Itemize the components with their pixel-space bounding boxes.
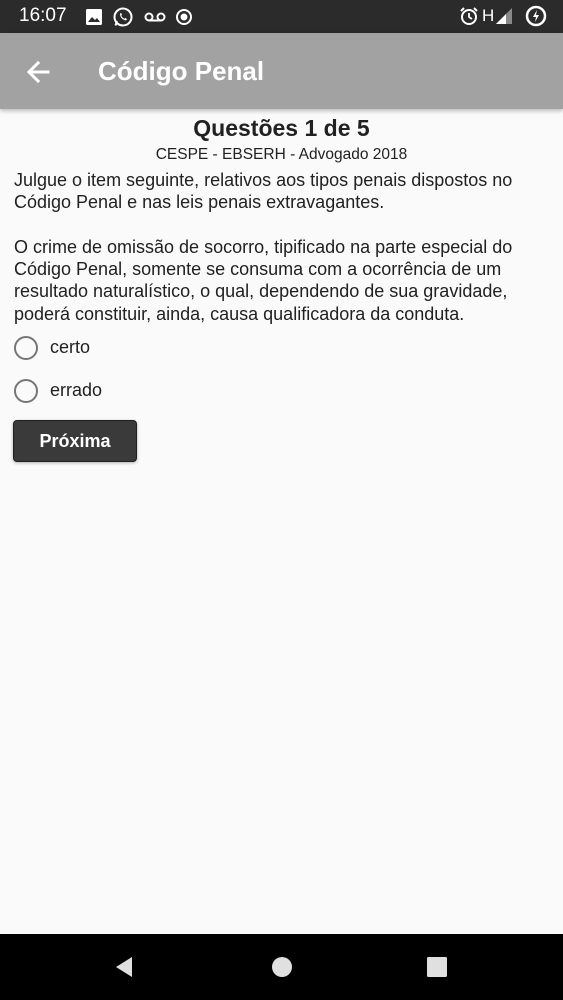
next-button[interactable]: Próxima (13, 420, 137, 462)
option-label: errado (50, 380, 103, 400)
arrow-left-icon (26, 60, 50, 84)
question-title: Questões 1 de 5 (193, 115, 370, 141)
option-label: certo (50, 337, 91, 357)
question-text: Julgue o item seguinte, relativos aos ti… (14, 170, 513, 324)
app-bar: Código Penal (0, 33, 563, 109)
status-time: 16:07 (19, 5, 67, 26)
network-type-label: H (482, 6, 495, 25)
whatsapp-icon (113, 7, 133, 27)
app-title: Código Penal (98, 56, 265, 86)
radio-button[interactable] (14, 336, 38, 360)
option-errado[interactable]: errado (14, 376, 314, 410)
navigation-bar (0, 934, 563, 1000)
status-right-icons: H (459, 5, 549, 28)
home-circle-icon[interactable] (269, 954, 295, 980)
back-triangle-icon[interactable] (112, 954, 138, 980)
battery-icon (525, 5, 547, 27)
option-certo[interactable]: certo (14, 333, 314, 367)
back-button[interactable] (20, 53, 58, 91)
record-icon (176, 9, 192, 25)
signal-icon (496, 8, 512, 24)
radio-button[interactable] (14, 379, 38, 403)
status-bar: 16:07 H (0, 0, 563, 33)
alarm-icon (460, 7, 478, 25)
recents-square-icon[interactable] (424, 954, 450, 980)
voicemail-icon (144, 12, 166, 22)
gallery-icon (86, 9, 102, 25)
question-source: CESPE - EBSERH - Advogado 2018 (155, 146, 408, 163)
